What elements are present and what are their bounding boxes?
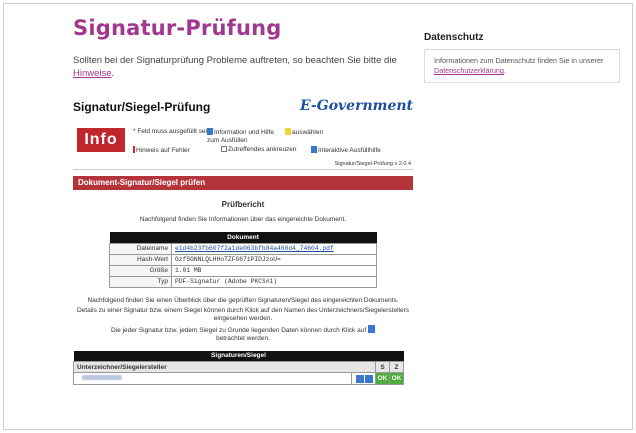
hints-link[interactable]: Hinweise xyxy=(73,68,112,79)
legend-interactive: Interaktive Ausfüllhilfe xyxy=(311,146,381,155)
report-subtitle: Nachfolgend finden Sie Informationen übe… xyxy=(139,216,347,223)
egov-logo: E-Government xyxy=(300,98,413,114)
signatures-header: Signaturen/Siegel xyxy=(73,350,404,362)
info-button[interactable]: Info xyxy=(77,128,125,152)
interactive-marker-icon xyxy=(311,146,317,153)
signature-detail-icons[interactable] xyxy=(351,372,376,386)
legend-info: Information und Hilfe zum Ausfüllen xyxy=(207,128,274,144)
error-marker-icon xyxy=(133,146,135,153)
table-row: Hash-Wert GzfSGNNLQLHHoTZFG671PIDJzoU= xyxy=(109,253,377,266)
s-column-header: S xyxy=(375,361,390,374)
filename-link[interactable]: e1d4b23fb607f2a1de063bfb84a468d4_74604.p… xyxy=(175,245,334,252)
status-z: OK xyxy=(389,372,404,386)
signature-icon[interactable] xyxy=(356,374,364,383)
document-table-header: Dokument xyxy=(109,232,377,243)
document-table: Dokument Dateiname e1d4b23fb607f2a1de063… xyxy=(109,232,377,288)
info-marker-icon xyxy=(207,128,213,135)
sidebar-box: Informationen zum Datenschutz finden Sie… xyxy=(424,49,620,83)
signer-column-header: Unterzeichner/Siegelersteller xyxy=(73,361,376,374)
legend-tick: Zutreffendes ankreuzen xyxy=(221,146,297,154)
legend-row: Info * Feld muss ausgefüllt sein Informa… xyxy=(73,120,413,170)
form-heading: Signatur/Siegel-Prüfung xyxy=(73,100,211,114)
details-note: Details zu einer Signatur bzw. einem Sie… xyxy=(76,306,410,322)
table-row: Typ PDF-Signatur (Adobe PKCS#1) xyxy=(109,275,377,288)
data-note: Die jeder Signatur bzw. jedem Siegel zu … xyxy=(73,325,413,343)
version-label: Signatur/Siegel-Prüfung v 2.0.4 xyxy=(334,161,411,167)
checkbox-marker-icon xyxy=(221,146,227,152)
privacy-sidebar: Datenschutz Informationen zum Datenschut… xyxy=(424,32,624,83)
privacy-policy-link[interactable]: Datenschutzerklärung xyxy=(434,66,504,75)
z-column-header: Z xyxy=(389,361,404,374)
signatures-table: Signaturen/Siegel Unterzeichner/Siegeler… xyxy=(73,350,404,386)
table-row: Größe 1.01 MB xyxy=(109,264,377,277)
legend-required: * Feld muss ausgefüllt sein xyxy=(133,128,211,135)
page-frame: Signatur-Prüfung Sollten bei der Signatu… xyxy=(3,3,633,430)
table-row: Dateiname e1d4b23fb607f2a1de063bfb84a468… xyxy=(109,242,377,255)
legend-error: Hinweis auf Fehler xyxy=(133,146,190,155)
page-title: Signatur-Prüfung xyxy=(73,16,282,40)
overview-note: Nachfolgend finden Sie einen Überblick ü… xyxy=(87,296,399,304)
redacted-signer-name xyxy=(82,375,122,381)
table-row: OK OK xyxy=(73,372,404,386)
signer-name-link[interactable] xyxy=(73,372,352,386)
signature-check-form: Signatur/Siegel-Prüfung E-Government Inf… xyxy=(73,96,413,386)
document-icon[interactable] xyxy=(367,325,375,334)
legend-select: auswählen xyxy=(285,128,323,137)
status-s: OK xyxy=(375,372,390,386)
data-view-icon[interactable] xyxy=(365,374,373,383)
main-content: Signatur-Prüfung Sollten bei der Signatu… xyxy=(73,16,413,80)
sidebar-title: Datenschutz xyxy=(424,32,484,43)
intro-text: Sollten bei der Signaturprüfung Probleme… xyxy=(73,55,397,79)
section-title: Dokument-Signatur/Siegel prüfen xyxy=(73,176,413,190)
report-title: Prüfbericht xyxy=(221,200,265,209)
select-marker-icon xyxy=(285,128,291,135)
